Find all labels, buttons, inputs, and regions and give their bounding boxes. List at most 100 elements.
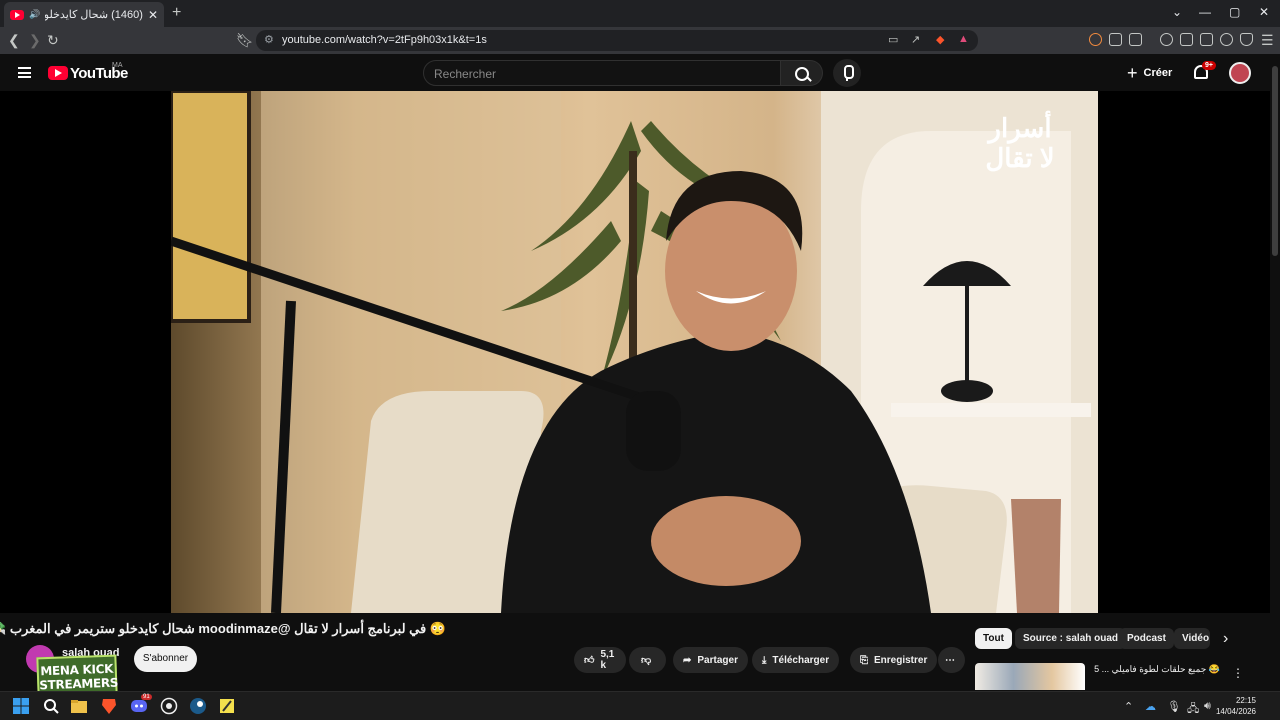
alcove-shelf [891,403,1091,417]
plus-icon: + [1127,63,1138,83]
share-button[interactable]: ➦ Partager [673,647,748,673]
chip-all[interactable]: Tout [975,628,1012,649]
like-button[interactable]: 👍︎ 5,1 k [574,647,626,673]
thumbs-down-icon: 👎︎ [641,655,652,666]
video-scene [171,91,1098,613]
forward-icon[interactable]: ❯ [29,32,41,49]
recommendation-menu-icon[interactable]: ⋮ [1232,666,1244,680]
tab-search-icon[interactable]: ⌄ [1172,5,1182,19]
windows-start-icon[interactable] [12,697,30,715]
brave-browser-icon[interactable] [100,697,118,715]
brave-shields-icon[interactable]: ◆ [936,33,944,46]
vpn-shield-icon[interactable] [1240,33,1253,46]
discord-badge: 91 [141,694,152,700]
lamp-base [941,380,993,402]
chip-videos[interactable]: Vidéo [1174,628,1210,649]
create-button[interactable]: + Créer [1127,64,1172,82]
save-icon: ⎘ [860,654,868,666]
url-text: youtube.com/watch?v=2tFp9h03x1k&t=1s [282,34,487,46]
microphone [626,391,681,471]
chip-source[interactable]: Source : salah ouad [1015,628,1127,649]
brave-rewards-icon[interactable]: ▲ [958,33,969,45]
chips-next-icon[interactable]: › [1223,630,1228,648]
windows-taskbar: 91 ⌃ ☁ 🎙︎ 🖧 🔊︎ 22:15 14/04/2026 [0,691,1280,720]
close-window-button[interactable]: ✕ [1259,5,1269,19]
save-button[interactable]: ⎘ Enregistrer [850,647,938,673]
search-input[interactable] [434,65,764,82]
screenshot-icon[interactable] [1129,33,1142,46]
share-arrow-icon: ➦ [683,654,692,666]
sticky-app-icon[interactable] [218,697,236,715]
recommendation-title[interactable]: 😂 جميع حلقات لطوة فاميلي ... 5 ساعات من … [1092,663,1220,675]
voice-search-button[interactable] [833,59,861,87]
cast-icon[interactable]: ▭ [888,33,898,46]
video-player[interactable]: أسرار لا تقال [0,91,1270,613]
subscribe-button[interactable]: S'abonner [134,646,197,672]
recommendation-thumbnail[interactable] [975,663,1085,690]
download-icon: ⤓ [762,654,767,666]
chip-podcast[interactable]: Podcast [1119,628,1174,649]
address-bar[interactable]: ⚙ youtube.com/watch?v=2tFp9h03x1k&t=1s ▭… [256,30,978,51]
minimize-button[interactable]: — [1199,5,1211,19]
youtube-logo-icon[interactable] [48,66,68,80]
browser-toolbar: ❮ ❯ ↻ 🔖︎ ⚙ youtube.com/watch?v=2tFp9h03x… [0,27,1280,54]
lamp-stand [965,286,969,381]
leo-ai-icon[interactable] [1220,33,1233,46]
volume-icon[interactable]: 🔊︎ [1204,700,1211,713]
person-hands [651,496,801,586]
microphone-tray-icon[interactable]: 🎙︎ [1167,700,1181,713]
video-frame[interactable]: أسرار لا تقال [171,91,1098,613]
account-avatar[interactable] [1229,62,1251,84]
extension-icon[interactable] [1089,33,1102,46]
show-logo-watermark: أسرار لا تقال [976,113,1064,189]
site-settings-icon[interactable]: ⚙ [264,33,274,46]
screen: 🔊 (1460) شحال كايدخلو ستريمر د ✕ + ⌄ — ▢… [0,0,1280,720]
file-explorer-icon[interactable] [70,697,88,715]
media-icon[interactable] [1160,33,1173,46]
tab-close-icon[interactable]: ✕ [148,8,158,22]
more-actions-button[interactable]: ⋯ [938,647,965,673]
share-label: Partager [697,654,738,666]
maximize-button[interactable]: ▢ [1229,5,1240,19]
reload-icon[interactable]: ↻ [47,32,59,49]
speaker-icon[interactable]: 🔊 [29,9,40,20]
country-code: MA [112,62,123,69]
download-label: Télécharger [772,654,830,666]
wall-painting [171,91,249,321]
show-logo-line1: أسرار [988,113,1052,143]
search-button[interactable] [781,60,823,86]
share-icon[interactable]: ↗ [911,33,920,46]
browser-tab[interactable]: 🔊 (1460) شحال كايدخلو ستريمر د ✕ [4,2,164,27]
obs-icon[interactable] [160,697,178,715]
network-icon[interactable]: 🖧 [1187,700,1199,719]
system-clock[interactable]: 22:15 14/04/2026 [1216,695,1256,717]
tray-chevron-icon[interactable]: ⌃ [1124,700,1133,713]
clock-time: 22:15 [1235,696,1256,705]
youtube-header: YouTube MA + Créer 9+ [0,54,1270,91]
youtube-favicon-icon [10,9,24,20]
wallet-icon[interactable] [1200,33,1213,46]
thumbs-up-icon: 👍︎ [584,655,595,666]
dislike-button[interactable]: 👎︎ [629,647,666,673]
puzzle-icon[interactable] [1109,33,1122,46]
like-count: 5,1 k [600,649,615,671]
back-icon[interactable]: ❮ [8,32,20,49]
onedrive-icon[interactable]: ☁ [1145,700,1156,713]
steam-icon[interactable] [189,697,207,715]
show-logo-line2: لا تقال [985,143,1055,173]
bookmark-icon[interactable]: 🔖︎ [236,32,254,49]
new-tab-button[interactable]: + [172,4,181,22]
search-box [423,60,781,86]
hamburger-menu-icon[interactable] [18,67,31,78]
sidebar-icon[interactable] [1180,33,1193,46]
create-label: Créer [1143,67,1173,79]
notification-badge: 9+ [1202,61,1216,70]
scrollbar-thumb[interactable] [1272,66,1278,256]
download-button[interactable]: ⤓ Télécharger [752,647,840,673]
video-title: 😳 في لبرنامج أسرار لا تقال @moodinmaze ش… [0,621,446,636]
clock-date: 14/04/2026 [1215,707,1256,716]
sticker-line2: STREAMERS [39,675,119,693]
tab-title: (1460) شحال كايدخلو ستريمر د [45,9,143,21]
taskbar-search-icon[interactable] [42,697,60,715]
menu-icon[interactable]: ☰ [1261,32,1274,49]
